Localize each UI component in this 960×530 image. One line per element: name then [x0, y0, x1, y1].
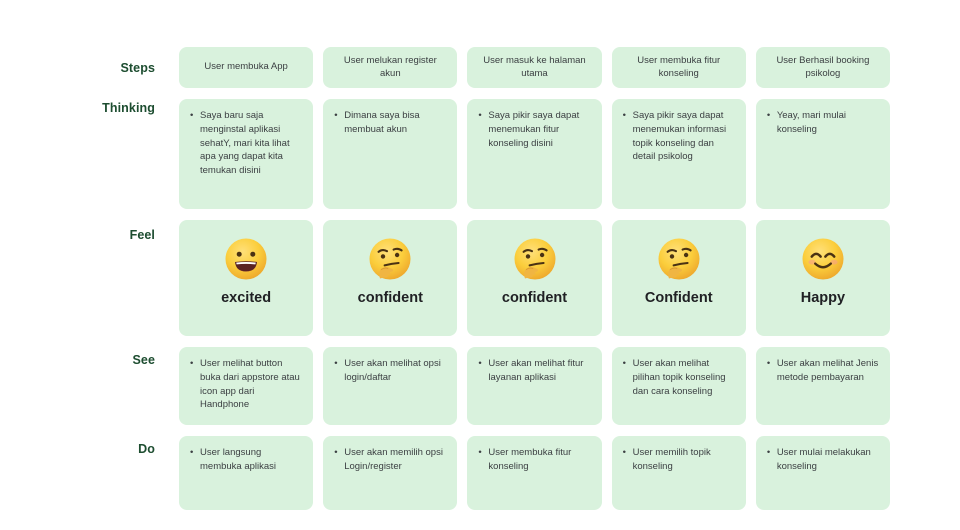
steps-card-text: User membuka fitur konseling [637, 54, 721, 79]
see-card-3[interactable]: User akan melihat fitur layanan aplikasi [467, 347, 602, 425]
row-see: See User melihat button buka dari appsto… [0, 347, 960, 425]
list-item: Saya pikir saya dapat menemukan informas… [622, 108, 736, 164]
list-item: User akan melihat fitur layanan aplikasi [477, 357, 591, 385]
see-bullet-list: User akan melihat opsi login/daftar [333, 357, 447, 385]
see-bullet-list: User melihat button buka dari appstore a… [189, 356, 303, 412]
list-item: User memilih topik konseling [622, 446, 736, 474]
see-bullet-list: User akan melihat pilihan topik konselin… [622, 356, 736, 398]
do-bullet-list: User membuka fitur konseling [477, 446, 591, 474]
row-label-see: See [132, 353, 155, 367]
see-card-2[interactable]: User akan melihat opsi login/daftar [323, 347, 458, 425]
feel-card-label: confident [501, 290, 568, 306]
do-bullet-list: User akan memilih opsi Login/register [333, 446, 447, 474]
steps-card-text: User masuk ke halaman utama [483, 54, 586, 79]
do-card-list: User langsung membuka aplikasi User akan … [179, 436, 960, 510]
do-bullet-list: User langsung membuka aplikasi [189, 446, 303, 474]
thinking-card-list: Saya baru saja menginstal aplikasi sehat… [179, 99, 960, 209]
thinking-card-4[interactable]: Saya pikir saya dapat menemukan informas… [611, 99, 746, 209]
do-card-1[interactable]: User langsung membuka aplikasi [179, 436, 314, 510]
feel-card-label: excited [221, 290, 272, 306]
thinking-face-icon [368, 237, 412, 281]
list-item: Yeay, mari mulai konseling [766, 109, 880, 137]
steps-card-text: User melukan register akun [343, 54, 437, 79]
do-card-2[interactable]: User akan memilih opsi Login/register [323, 436, 458, 510]
list-item: User akan melihat opsi login/daftar [333, 357, 447, 385]
thinking-card-3[interactable]: Saya pikir saya dapat menemukan fitur ko… [467, 99, 602, 209]
steps-card-4[interactable]: User membuka fitur konseling [611, 47, 746, 88]
do-card-4[interactable]: User memilih topik konseling [611, 436, 746, 510]
list-item: User mulai melakukan konseling [766, 446, 880, 474]
feel-card-5[interactable]: Happy [755, 220, 891, 336]
list-item: User akan melihat Jenis metode pembayara… [766, 357, 880, 385]
do-bullet-list: User mulai melakukan konseling [766, 446, 880, 474]
steps-card-3[interactable]: User masuk ke halaman utama [467, 47, 602, 88]
row-steps: Steps User membuka App User melukan regis… [0, 47, 960, 88]
thinking-bullet-list: Saya pikir saya dapat menemukan fitur ko… [477, 108, 591, 150]
row-do: Do User langsung membuka aplikasi User ak… [0, 436, 960, 510]
thinking-bullet-list: Saya baru saja menginstal aplikasi sehat… [189, 109, 303, 178]
thinking-card-5[interactable]: Yeay, mari mulai konseling [755, 99, 891, 209]
list-item: User akan memilih opsi Login/register [333, 446, 447, 474]
row-label-do: Do [138, 442, 155, 456]
grinning-face-icon [224, 237, 268, 281]
smiling-face-with-smiling-eyes-icon [801, 237, 845, 281]
row-label-cell-steps: Steps [0, 47, 179, 75]
see-bullet-list: User akan melihat Jenis metode pembayara… [766, 357, 880, 385]
see-bullet-list: User akan melihat fitur layanan aplikasi [477, 357, 591, 385]
thinking-bullet-list: Yeay, mari mulai konseling [766, 109, 880, 137]
list-item: Saya pikir saya dapat menemukan fitur ko… [477, 108, 591, 150]
thinking-face-icon [657, 237, 701, 281]
feel-card-label: Happy [800, 290, 846, 306]
row-label-cell-see: See [0, 347, 179, 367]
feel-card-label: confident [357, 290, 423, 306]
see-card-1[interactable]: User melihat button buka dari appstore a… [179, 347, 314, 425]
feel-card-2[interactable]: confident [323, 220, 458, 336]
see-card-5[interactable]: User akan melihat Jenis metode pembayara… [755, 347, 891, 425]
see-card-4[interactable]: User akan melihat pilihan topik konselin… [611, 347, 746, 425]
list-item: User melihat button buka dari appstore a… [189, 356, 303, 412]
see-card-list: User melihat button buka dari appstore a… [179, 347, 960, 425]
steps-card-2[interactable]: User melukan register akun [323, 47, 458, 88]
row-thinking: Thinking Saya baru saja menginstal aplik… [0, 99, 960, 209]
feel-card-4[interactable]: Confident [611, 220, 746, 336]
feel-card-label: Confident [644, 290, 713, 306]
feel-card-1[interactable]: excited [179, 220, 314, 336]
list-item: User langsung membuka aplikasi [189, 446, 303, 474]
feel-card-list: excited confident confident Confident Happy [179, 220, 960, 336]
row-label-steps: Steps [120, 61, 155, 75]
user-journey-map: Steps User membuka App User melukan regis… [0, 47, 960, 530]
thinking-bullet-list: Saya pikir saya dapat menemukan informas… [622, 108, 736, 164]
row-feel: Feel excited confident confident Confident H… [0, 220, 960, 336]
steps-card-text: User Berhasil booking psikolog [776, 54, 870, 79]
do-bullet-list: User memilih topik konseling [622, 446, 736, 474]
list-item: User membuka fitur konseling [477, 446, 591, 474]
thinking-bullet-list: Dimana saya bisa membuat akun [333, 109, 447, 137]
steps-card-1[interactable]: User membuka App [179, 47, 314, 88]
row-label-feel: Feel [129, 228, 155, 242]
row-label-thinking: Thinking [102, 101, 155, 115]
do-card-5[interactable]: User mulai melakukan konseling [755, 436, 891, 510]
row-label-cell-do: Do [0, 436, 179, 456]
feel-card-3[interactable]: confident [467, 220, 602, 336]
thinking-card-1[interactable]: Saya baru saja menginstal aplikasi sehat… [179, 99, 314, 209]
thinking-face-icon [513, 237, 557, 281]
list-item: Saya baru saja menginstal aplikasi sehat… [189, 109, 303, 178]
do-card-3[interactable]: User membuka fitur konseling [467, 436, 602, 510]
steps-card-list: User membuka App User melukan register ak… [179, 47, 960, 88]
list-item: User akan melihat pilihan topik konselin… [622, 356, 736, 398]
row-label-cell-feel: Feel [0, 220, 179, 242]
steps-card-5[interactable]: User Berhasil booking psikolog [755, 47, 891, 88]
steps-card-text: User membuka App [204, 61, 288, 73]
thinking-card-2[interactable]: Dimana saya bisa membuat akun [323, 99, 458, 209]
list-item: Dimana saya bisa membuat akun [333, 109, 447, 137]
row-label-cell-thinking: Thinking [0, 99, 179, 115]
